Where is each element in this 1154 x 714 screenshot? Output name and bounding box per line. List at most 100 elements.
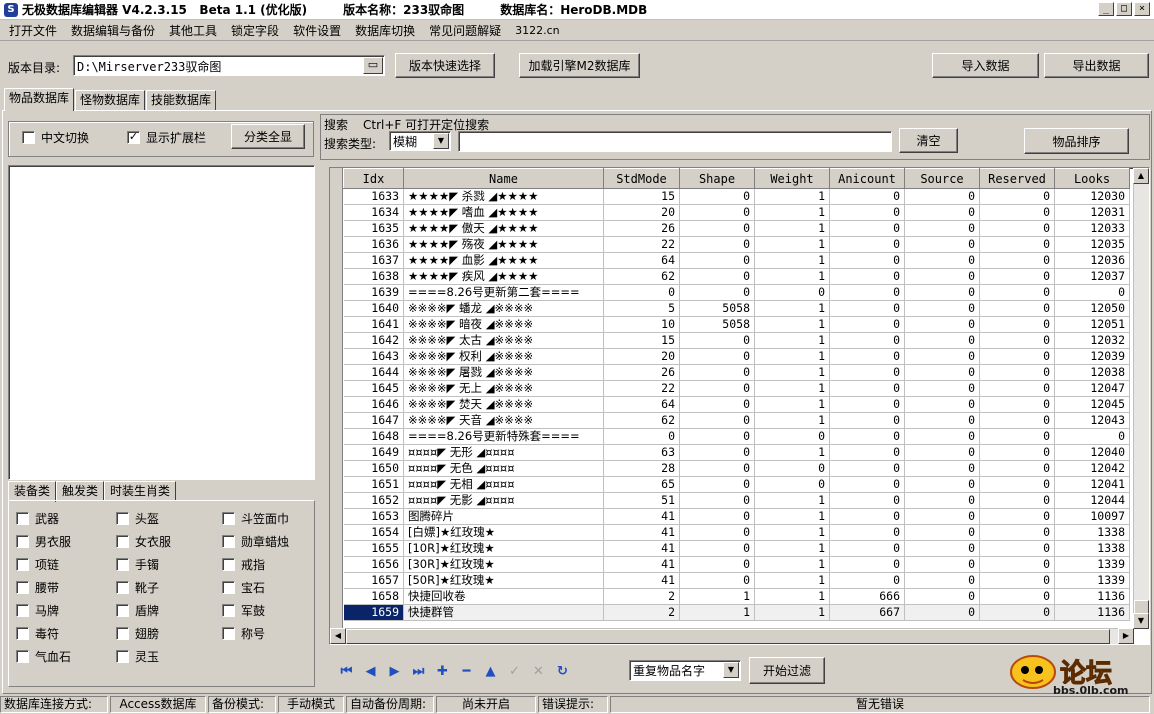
dir-path-input[interactable]: D:\Mirserver233驭命图 [73,55,385,76]
table-cell[interactable]: 0 [979,236,1055,253]
table-cell[interactable]: 0 [904,300,980,317]
column-header[interactable]: Looks [1054,168,1130,189]
scroll-down-icon[interactable]: ▼ [1133,613,1149,629]
table-cell[interactable]: 0 [679,572,755,589]
next-record-icon[interactable]: ▶ [383,660,406,682]
category-checkbox[interactable]: 军鼓 [222,602,265,619]
table-cell[interactable]: 0 [829,300,905,317]
table-cell[interactable]: 1 [754,268,830,285]
table-row[interactable]: 1653 图腾碎片 41 0 1 0 0 0 10097 [343,508,1130,525]
table-cell[interactable]: 1 [754,316,830,333]
table-cell[interactable]: ※※※※◤ 天音 ◢※※※※ [403,412,604,429]
checkbox-box-checked[interactable]: ✓ [127,131,140,144]
table-cell[interactable]: 1 [754,348,830,365]
menu-website[interactable]: 3122.cn [508,24,567,37]
category-checkbox[interactable]: 马牌 [16,602,59,619]
category-checkbox[interactable]: 毒符 [16,625,59,642]
table-cell[interactable]: 1 [754,204,830,221]
table-cell[interactable]: 2 [603,588,680,605]
table-cell[interactable]: 图腾碎片 [403,508,604,525]
table-cell[interactable]: 41 [603,508,680,525]
table-cell[interactable]: 1 [754,364,830,381]
table-cell[interactable]: 0 [679,428,755,445]
table-cell[interactable]: 0 [979,364,1055,381]
category-checkbox[interactable]: 头盔 [116,510,159,527]
table-cell[interactable]: 0 [904,444,980,461]
checkbox-box[interactable] [22,131,35,144]
checkbox-box[interactable] [16,581,29,594]
table-cell[interactable]: 63 [603,444,680,461]
table-cell[interactable]: 0 [829,252,905,269]
table-cell[interactable]: ====8.26号更新第二套==== [403,284,604,301]
table-row[interactable]: 1650 ¤¤¤¤◤ 无色 ◢¤¤¤¤ 28 0 0 0 0 0 12042 [343,460,1130,477]
category-checkbox[interactable]: 勋章蜡烛 [222,533,289,550]
table-cell[interactable]: 41 [603,572,680,589]
table-cell[interactable]: ¤¤¤¤◤ 无形 ◢¤¤¤¤ [403,444,604,461]
table-cell[interactable]: 0 [904,252,980,269]
table-row[interactable]: 1658 快捷回收卷 2 1 1 666 0 0 1136 [343,588,1130,605]
category-checkbox[interactable]: 靴子 [116,579,159,596]
table-cell[interactable]: 0 [679,380,755,397]
table-cell[interactable]: 1651 [343,476,404,493]
table-row[interactable]: 1659 快捷群管 2 1 1 667 0 0 1136 [343,604,1130,621]
category-checkbox[interactable]: 女衣服 [116,533,171,550]
checkbox-box[interactable] [222,627,235,640]
table-cell[interactable]: 12044 [1054,492,1130,509]
table-cell[interactable]: 666 [829,588,905,605]
tab-items-db[interactable]: 物品数据库 [4,88,75,111]
table-cell[interactable]: 1654 [343,524,404,541]
table-cell[interactable]: 1648 [343,428,404,445]
table-cell[interactable]: 22 [603,380,680,397]
table-cell[interactable]: 0 [979,396,1055,413]
table-row[interactable]: 1656 [30R]★红玫瑰★ 41 0 1 0 0 0 1339 [343,556,1130,573]
table-cell[interactable]: 0 [904,428,980,445]
table-cell[interactable]: 0 [829,524,905,541]
table-cell[interactable]: 0 [904,492,980,509]
first-record-icon[interactable]: ⏮ [335,660,358,682]
category-checkbox[interactable]: 腰带 [16,579,59,596]
table-cell[interactable]: 12051 [1054,316,1130,333]
table-cell[interactable]: 26 [603,364,680,381]
category-checkbox[interactable]: 称号 [222,625,265,642]
checkbox-box[interactable] [16,650,29,663]
table-cell[interactable]: 1 [754,604,830,621]
table-cell[interactable]: 0 [904,268,980,285]
table-cell[interactable]: 0 [829,396,905,413]
table-cell[interactable]: 0 [904,188,980,205]
table-cell[interactable]: [白嫖]★红玫瑰★ [403,524,604,541]
table-cell[interactable]: 1 [754,556,830,573]
table-cell[interactable]: 0 [979,508,1055,525]
category-checkbox[interactable]: 男衣服 [16,533,71,550]
table-cell[interactable]: 1339 [1054,572,1130,589]
table-cell[interactable]: 1634 [343,204,404,221]
table-cell[interactable]: 1659 [343,604,404,621]
table-cell[interactable]: 1136 [1054,588,1130,605]
search-type-select[interactable]: 模糊 ▼ [389,131,451,151]
table-row[interactable]: 1655 [10R]★红玫瑰★ 41 0 1 0 0 0 1338 [343,540,1130,557]
table-cell[interactable]: 0 [979,604,1055,621]
vertical-scrollbar[interactable]: ▲ ▼ [1133,168,1149,629]
table-cell[interactable]: 1645 [343,380,404,397]
table-cell[interactable]: 0 [679,236,755,253]
table-row[interactable]: 1640 ※※※※◤ 蟠龙 ◢※※※※ 5 5058 1 0 0 0 12050 [343,300,1130,317]
import-button[interactable]: 导入数据 [932,53,1039,78]
maximize-button[interactable]: □ [1116,2,1132,16]
menu-edit-backup[interactable]: 数据编辑与备份 [64,22,162,39]
table-cell[interactable]: 1 [754,572,830,589]
table-cell[interactable]: 快捷回收卷 [403,588,604,605]
table-cell[interactable]: 0 [679,540,755,557]
table-cell[interactable]: 0 [829,444,905,461]
vertical-scroll-thumb[interactable] [1134,600,1149,614]
table-cell[interactable]: 12038 [1054,364,1130,381]
table-cell[interactable]: 1 [679,604,755,621]
table-cell[interactable]: 1 [754,540,830,557]
table-cell[interactable]: 2 [603,604,680,621]
table-cell[interactable]: 0 [979,316,1055,333]
table-cell[interactable]: 0 [904,572,980,589]
table-cell[interactable]: 1655 [343,540,404,557]
checkbox-box[interactable] [16,535,29,548]
checkbox-box[interactable] [116,512,129,525]
table-cell[interactable]: 0 [979,204,1055,221]
category-checkbox[interactable]: 气血石 [16,648,71,665]
table-cell[interactable]: 0 [829,316,905,333]
